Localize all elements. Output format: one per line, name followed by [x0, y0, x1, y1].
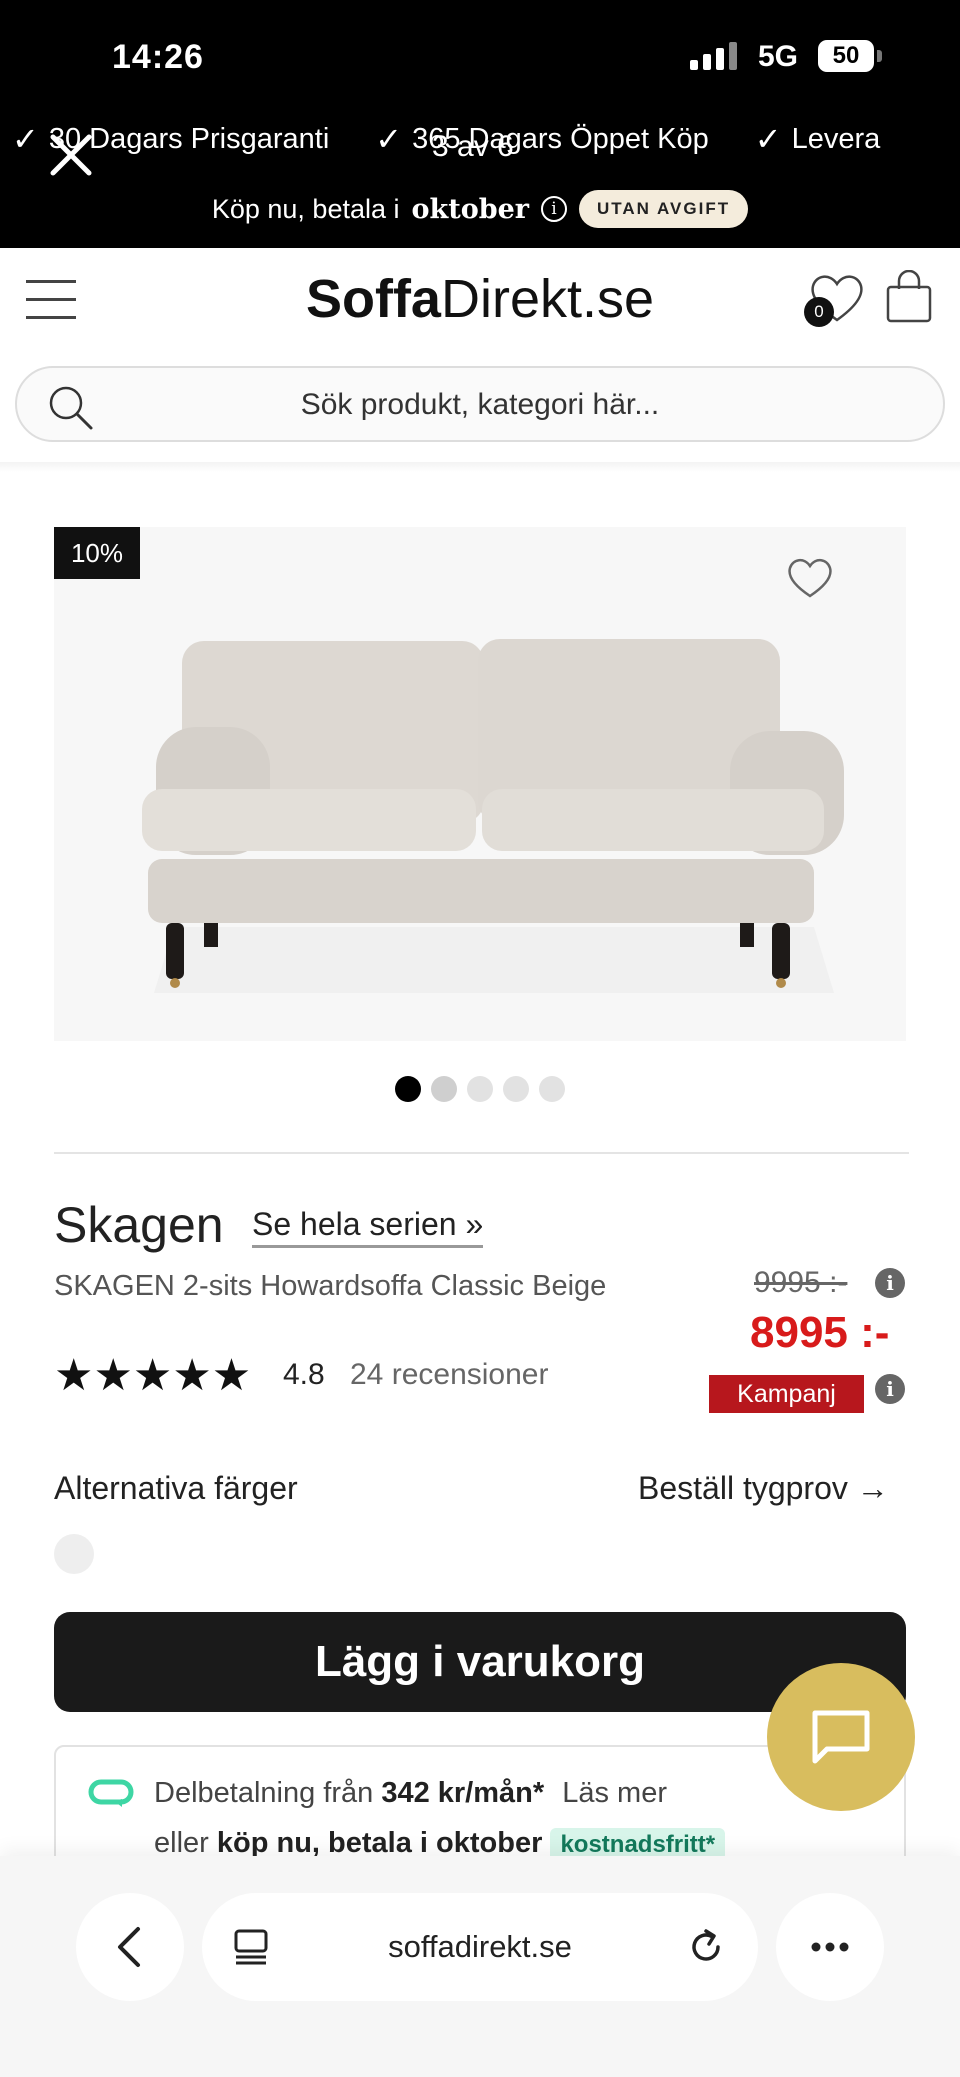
chat-icon — [812, 1710, 870, 1764]
gallery-dots[interactable] — [0, 1076, 960, 1102]
old-price: 9995 :- — [754, 1266, 848, 1299]
alt-colors-label: Alternativa färger — [54, 1470, 298, 1506]
network-label: 5G — [758, 40, 799, 73]
reload-icon[interactable] — [684, 1925, 728, 1969]
paylater-badge: UTAN AVGIFT — [579, 190, 749, 228]
color-swatch[interactable] — [54, 1534, 94, 1574]
search-placeholder: Sök produkt, kategori här... — [300, 388, 660, 421]
cart-icon[interactable] — [884, 270, 934, 324]
gallery-dot[interactable] — [539, 1076, 565, 1102]
reviews-link[interactable]: 24 recensioner — [350, 1358, 548, 1392]
klarna-icon — [88, 1779, 134, 1807]
back-button[interactable] — [76, 1893, 184, 2001]
more-button[interactable] — [776, 1893, 884, 2001]
product-name: SKAGEN 2-sits Howardsoffa Classic Beige — [54, 1270, 607, 1302]
divider — [54, 1152, 909, 1154]
gallery-dot[interactable] — [395, 1076, 421, 1102]
rating-value: 4.8 — [283, 1358, 325, 1391]
gallery-dot[interactable] — [503, 1076, 529, 1102]
check-icon: ✓ — [375, 121, 403, 157]
series-link[interactable]: Se hela serien » — [252, 1206, 484, 1248]
chevron-left-icon — [118, 1927, 140, 1967]
top-banner: 14:26 5G 50 ✓ 30 Dagars Prisgaranti ✓ 365 … — [0, 0, 960, 248]
paylater-text: Köp nu, betala i — [211, 193, 400, 224]
discount-badge: 10% — [54, 527, 140, 579]
gallery-counter: 3 av 6 — [432, 130, 514, 163]
info-icon[interactable]: i — [875, 1268, 905, 1298]
current-price: 8995 :- — [750, 1308, 890, 1357]
signal-icon — [690, 42, 737, 70]
check-icon: ✓ — [754, 121, 782, 157]
read-more-link[interactable]: Läs mer — [562, 1777, 667, 1809]
series-title: Skagen — [54, 1197, 224, 1253]
gallery-dot[interactable] — [431, 1076, 457, 1102]
battery-tip — [877, 50, 882, 62]
address-bar[interactable]: soffadirekt.se — [202, 1893, 758, 2001]
close-icon[interactable] — [48, 132, 94, 178]
info-icon[interactable]: i — [541, 196, 567, 222]
order-sample-link[interactable]: Beställ tygprov → — [638, 1470, 889, 1507]
status-time: 14:26 — [112, 38, 204, 76]
product-image[interactable] — [54, 527, 906, 1041]
chat-button[interactable] — [767, 1663, 915, 1811]
campaign-badge: Kampanj — [709, 1375, 864, 1413]
sofa-image — [142, 639, 844, 993]
heart-icon[interactable] — [786, 556, 834, 600]
info-icon[interactable]: i — [875, 1374, 905, 1404]
search-input[interactable]: Sök produkt, kategori här... — [15, 366, 945, 442]
installment-line-1: Delbetalning från 342 kr/mån* Läs mer — [154, 1777, 667, 1809]
gallery-dot[interactable] — [467, 1076, 493, 1102]
check-icon: ✓ — [12, 121, 39, 157]
usp-item: ✓ Levera — [754, 121, 881, 157]
header-shadow — [0, 462, 960, 472]
usp-item: ✓ 365 Dagars Öppet Köp — [375, 121, 709, 157]
url-text: soffadirekt.se — [388, 1929, 572, 1964]
paylater-brand: oktober — [411, 193, 529, 225]
rating-stars: ★★★★★ — [54, 1351, 252, 1400]
paylater-banner[interactable]: Köp nu, betala i oktober i UTAN AVGIFT — [0, 190, 960, 228]
wishlist-count-badge: 0 — [804, 297, 834, 327]
battery-icon: 50 — [818, 40, 874, 72]
more-icon — [811, 1942, 849, 1952]
